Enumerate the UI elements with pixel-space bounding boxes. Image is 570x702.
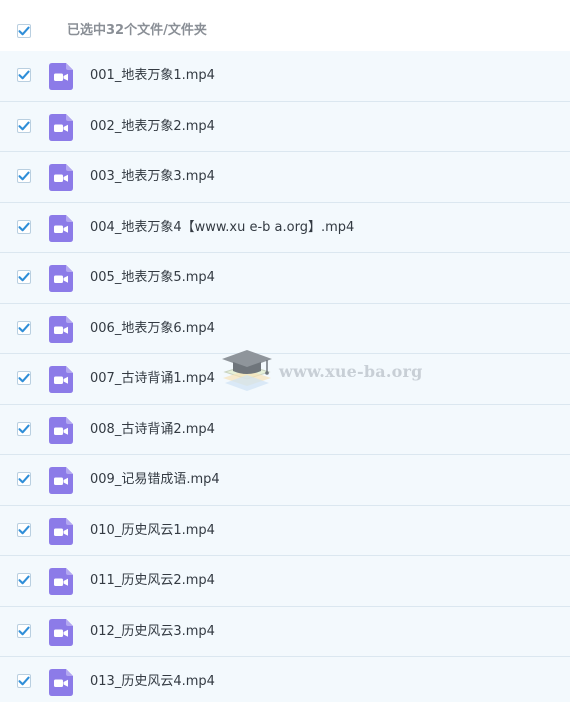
video-file-icon — [49, 366, 73, 393]
checkmark-icon — [18, 70, 30, 80]
file-name[interactable]: 009_记易错成语.mp4 — [90, 472, 220, 488]
file-checkbox[interactable] — [17, 421, 31, 436]
video-file-icon — [49, 669, 73, 696]
file-row[interactable]: 010_历史风云1.mp4 — [0, 505, 570, 556]
video-file-icon — [49, 265, 73, 292]
video-file-icon — [49, 568, 73, 595]
video-file-icon — [49, 214, 73, 242]
file-checkbox[interactable] — [17, 623, 31, 638]
file-name[interactable]: 003_地表万象3.mp4 — [90, 169, 215, 185]
video-file-icon — [49, 214, 73, 242]
file-checkbox[interactable] — [17, 472, 31, 486]
video-file-icon — [49, 164, 73, 191]
file-checkbox[interactable] — [17, 674, 31, 688]
video-file-icon — [49, 467, 73, 494]
video-file-icon — [49, 517, 73, 545]
file-checkbox[interactable] — [17, 371, 31, 385]
video-file-icon — [49, 618, 73, 646]
watermark-text: www.xue-ba.org — [279, 362, 423, 381]
checkmark-icon — [18, 424, 30, 433]
file-name[interactable]: 007_古诗背诵1.mp4 — [90, 371, 215, 387]
video-file-icon — [49, 315, 73, 343]
checkmark-icon — [18, 26, 30, 36]
file-checkbox[interactable] — [17, 219, 31, 234]
video-file-icon — [49, 265, 73, 292]
video-file-icon — [49, 63, 73, 90]
checkmark-icon — [18, 474, 30, 484]
video-file-icon — [49, 517, 73, 545]
file-row[interactable]: 004_地表万象4【www.xu e-b a.org】.mp4 — [0, 202, 570, 253]
file-list-page: 已选中32个文件/文件夹 001_地表万象1.mp4 002_地表万象2.mp4 0… — [0, 0, 570, 702]
video-file-icon — [49, 164, 73, 191]
file-row[interactable]: 005_地表万象5.mp4 — [0, 253, 570, 304]
file-name[interactable]: 008_古诗背诵2.mp4 — [90, 422, 215, 438]
video-file-icon — [49, 366, 73, 393]
file-checkbox[interactable] — [17, 320, 31, 335]
file-name[interactable]: 004_地表万象4【www.xu e-b a.org】.mp4 — [90, 220, 354, 236]
file-name[interactable]: 010_历史风云1.mp4 — [90, 523, 215, 539]
video-file-icon — [49, 416, 73, 444]
graduation-cap-icon — [222, 350, 272, 391]
selection-header: 已选中32个文件/文件夹 — [0, 0, 570, 51]
video-file-icon — [49, 63, 73, 90]
checkmark-icon — [18, 626, 30, 635]
video-file-icon — [49, 618, 73, 646]
checkmark-icon — [18, 171, 30, 181]
file-checkbox[interactable] — [17, 573, 31, 587]
file-row[interactable]: 002_地表万象2.mp4 — [0, 101, 570, 152]
video-file-icon — [49, 416, 73, 444]
checkmark-icon — [18, 575, 30, 585]
file-checkbox[interactable] — [17, 169, 31, 183]
select-all-checkbox[interactable] — [17, 24, 31, 38]
video-file-icon — [49, 467, 73, 494]
watermark: www.xue-ba.org — [219, 345, 422, 405]
file-row[interactable]: 013_历史风云4.mp4 — [0, 657, 570, 702]
file-checkbox[interactable] — [17, 522, 31, 537]
checkmark-icon — [18, 222, 30, 231]
checkmark-icon — [18, 676, 30, 686]
file-row[interactable]: 012_历史风云3.mp4 — [0, 606, 570, 657]
video-file-icon — [49, 315, 73, 343]
file-name[interactable]: 002_地表万象2.mp4 — [90, 119, 215, 135]
checkmark-icon — [18, 323, 30, 332]
file-row[interactable]: 008_古诗背诵2.mp4 — [0, 404, 570, 455]
file-name[interactable]: 012_历史风云3.mp4 — [90, 624, 215, 640]
file-name[interactable]: 013_历史风云4.mp4 — [90, 674, 215, 690]
selection-count-label: 已选中32个文件/文件夹 — [67, 23, 207, 38]
video-file-icon — [49, 568, 73, 595]
file-checkbox[interactable] — [17, 68, 31, 82]
file-name[interactable]: 006_地表万象6.mp4 — [90, 321, 215, 337]
file-name[interactable]: 011_历史风云2.mp4 — [90, 573, 215, 589]
checkmark-icon — [18, 272, 30, 282]
file-row[interactable]: 001_地表万象1.mp4 — [0, 51, 570, 102]
file-row[interactable]: 009_记易错成语.mp4 — [0, 455, 570, 506]
file-row[interactable]: 011_历史风云2.mp4 — [0, 556, 570, 607]
checkmark-icon — [18, 373, 30, 383]
file-row[interactable]: 003_地表万象3.mp4 — [0, 152, 570, 203]
video-file-icon — [49, 669, 73, 696]
file-name[interactable]: 001_地表万象1.mp4 — [90, 68, 215, 84]
video-file-icon — [49, 113, 73, 141]
checkmark-icon — [18, 121, 30, 130]
file-checkbox[interactable] — [17, 270, 31, 284]
checkmark-icon — [18, 525, 30, 534]
file-name[interactable]: 005_地表万象5.mp4 — [90, 270, 215, 286]
file-checkbox[interactable] — [17, 118, 31, 133]
video-file-icon — [49, 113, 73, 141]
